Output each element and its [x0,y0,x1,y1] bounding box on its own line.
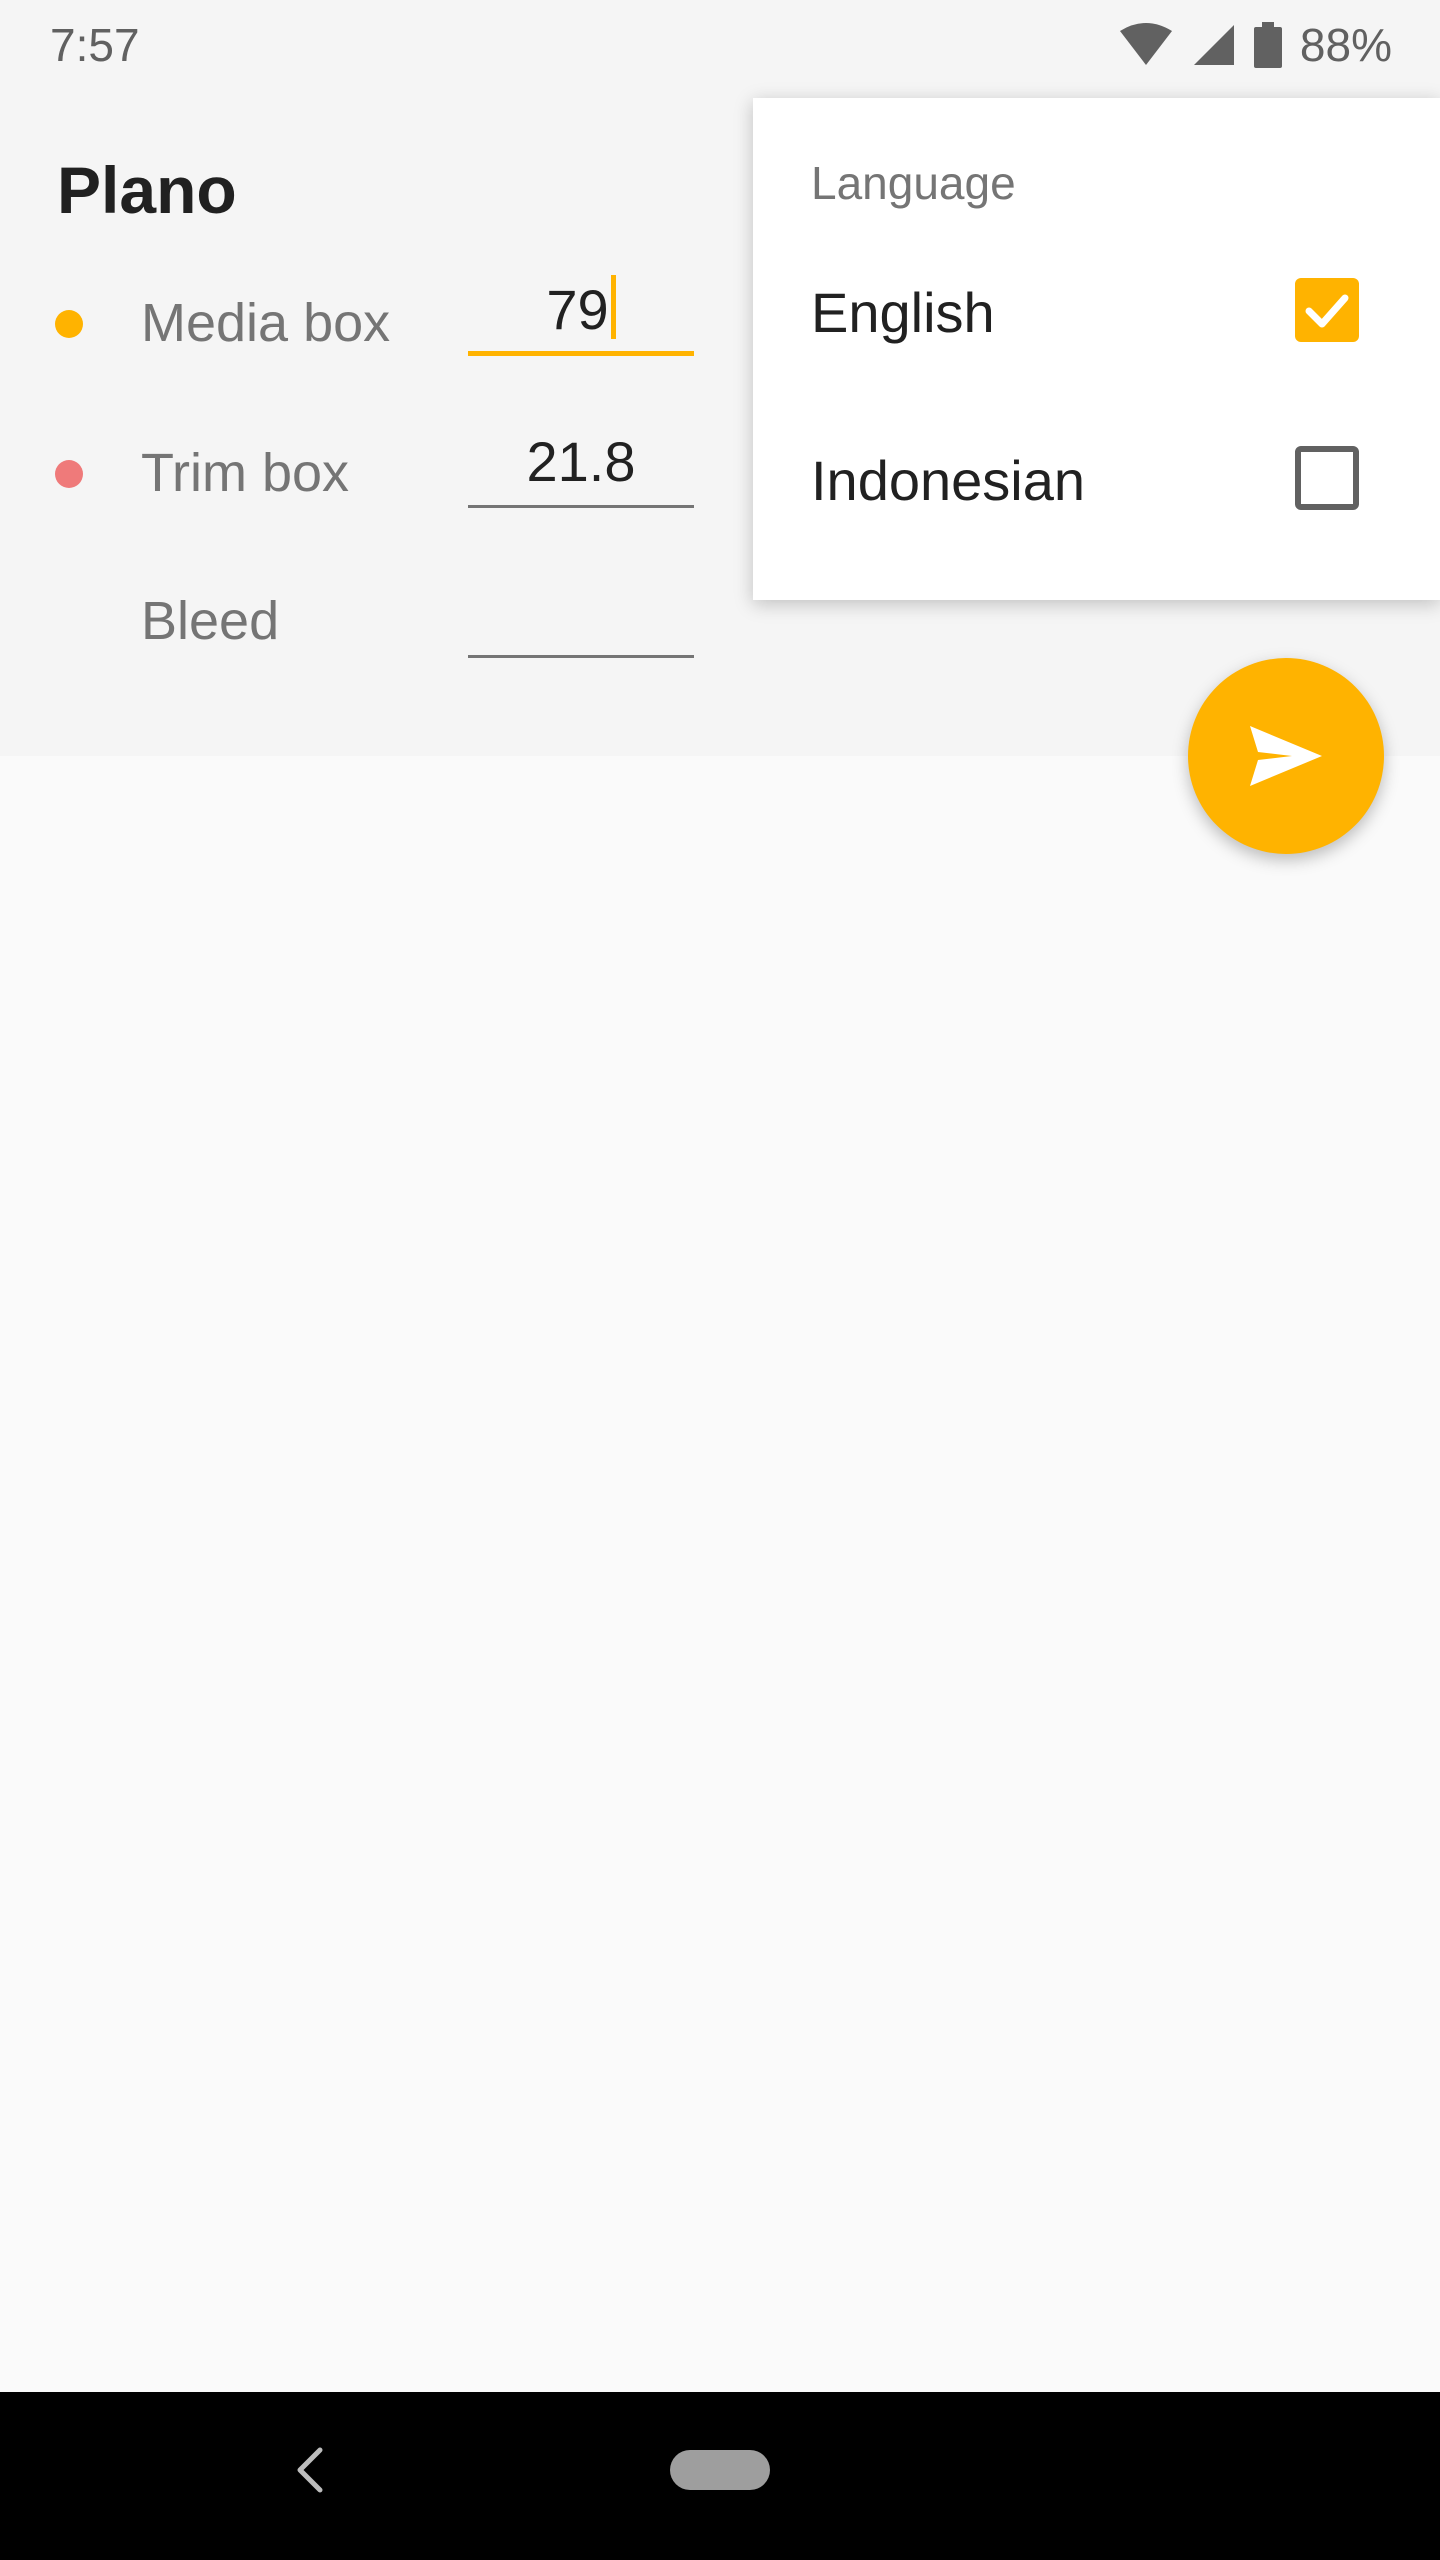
trim-box-input[interactable]: 21.8 [468,422,694,508]
battery-icon [1253,22,1282,68]
indonesian-checkbox[interactable] [1295,446,1359,510]
page-title: Plano [57,153,237,227]
media-box-input[interactable]: 79 [468,270,694,356]
wifi-icon [1119,23,1172,65]
trim-box-dot [55,460,83,488]
form-row-media-box: Media box 79 [0,264,700,384]
language-item-english-label: English [811,281,995,344]
status-icons: 88% [1118,18,1392,72]
check-icon [1305,294,1349,328]
back-icon[interactable] [292,2444,328,2496]
trim-box-value: 21.8 [526,430,636,493]
language-item-indonesian[interactable]: Indonesian [753,408,1440,548]
send-icon [1250,726,1322,786]
trim-box-label: Trim box [141,443,350,503]
media-box-value: 79 [546,278,609,341]
status-bar: 7:57 88% [0,0,1440,84]
language-item-indonesian-label: Indonesian [811,449,1086,512]
status-time: 7:57 [50,19,140,71]
english-checkbox[interactable] [1295,278,1359,342]
language-item-english[interactable]: English [753,240,1440,380]
language-menu-header: Language [811,157,1016,209]
system-nav-bar [0,2392,1440,2560]
home-pill[interactable] [670,2450,770,2490]
bleed-label: Bleed [141,591,280,651]
media-box-dot [55,310,83,338]
bleed-input[interactable] [468,572,694,658]
signal-icon [1193,25,1234,65]
media-box-label: Media box [141,293,391,353]
language-menu: Language English Indonesian [753,98,1440,600]
send-fab-button[interactable] [1188,658,1384,854]
form-row-bleed: Bleed [0,562,700,682]
form-row-trim-box: Trim box 21.8 [0,414,700,534]
text-cursor [610,275,616,339]
battery-percent: 88% [1299,19,1392,71]
